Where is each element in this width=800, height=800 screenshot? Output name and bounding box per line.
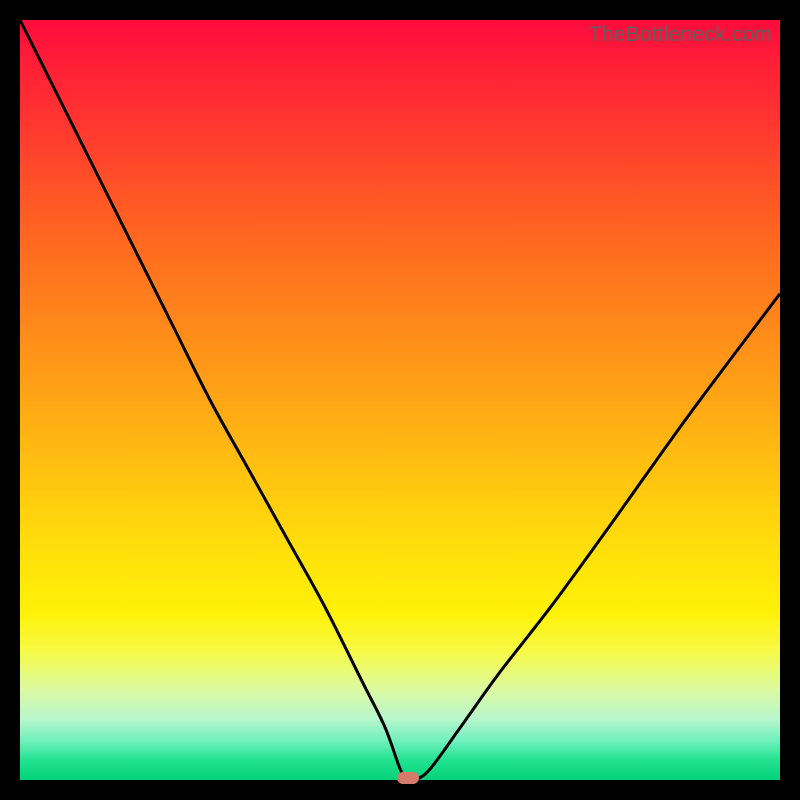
bottleneck-curve	[20, 20, 780, 780]
plot-area: TheBottleneck.com	[20, 20, 780, 780]
chart-frame: TheBottleneck.com	[0, 0, 800, 800]
optimal-point-marker	[397, 772, 419, 784]
